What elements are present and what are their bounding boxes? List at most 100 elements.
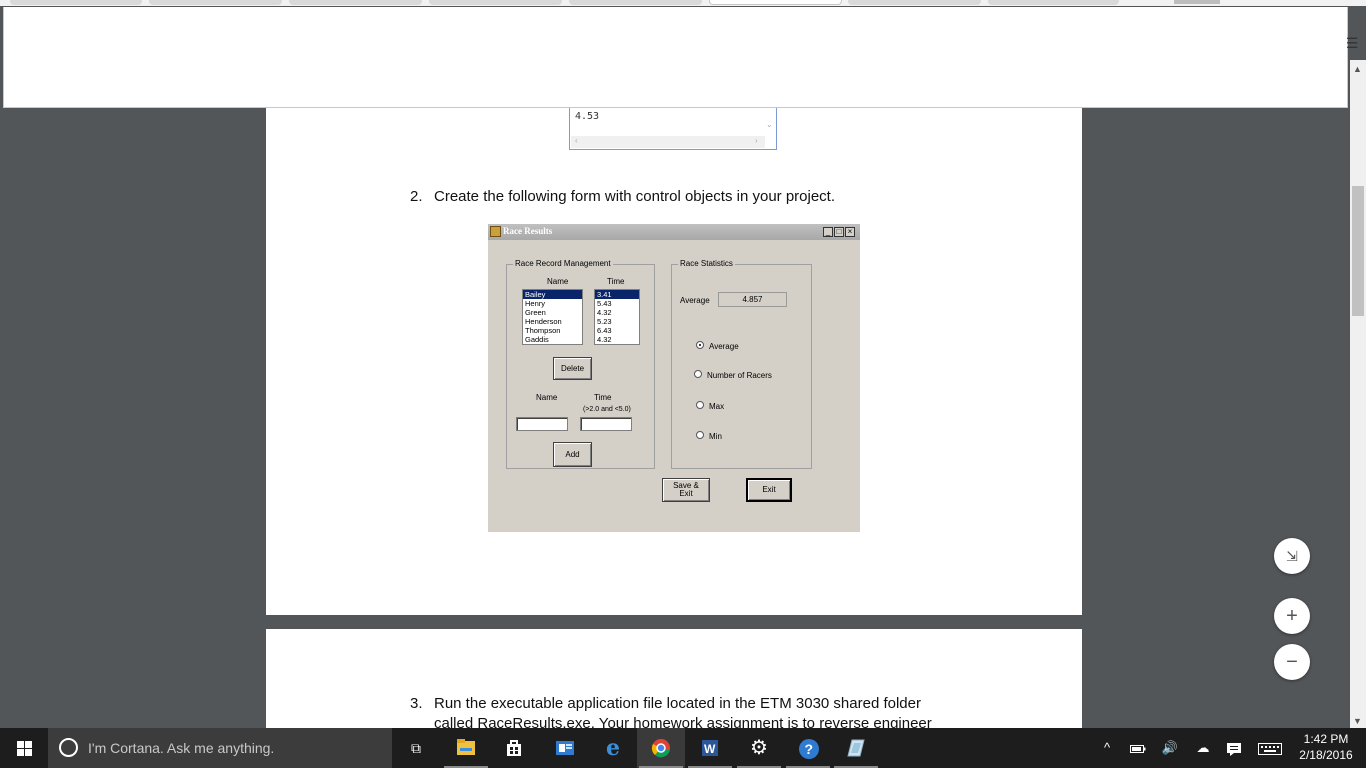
settings-icon[interactable]: ⚙ (735, 728, 783, 768)
group-label: Race Record Management (513, 259, 613, 268)
maximize-icon: □ (834, 227, 844, 237)
radio-label: Max (709, 402, 725, 411)
step-text: Create the following form with control o… (434, 188, 836, 205)
chrome-icon[interactable] (637, 728, 685, 768)
list-item: 5.43 (597, 299, 612, 308)
browser-tab[interactable] (848, 0, 981, 5)
race-results-form-image: Race Results _ □ × Race Record Managemen… (488, 224, 860, 532)
store-icon[interactable] (490, 728, 538, 768)
zoom-in-button[interactable]: + (1274, 598, 1310, 634)
name-label: Name (536, 393, 558, 402)
volume-icon[interactable]: 🔊 (1158, 728, 1182, 768)
name-input-image (516, 417, 568, 431)
cortana-icon (59, 738, 78, 757)
menu-icon[interactable]: ☰ (1346, 36, 1359, 50)
onedrive-icon[interactable]: ☁ (1192, 728, 1214, 768)
list-item: 4.32 (597, 335, 612, 344)
form-title: Race Results (503, 226, 553, 236)
list-item: Henderson (525, 317, 562, 326)
radio-max (696, 401, 704, 409)
list-item: 5.23 (597, 317, 612, 326)
svg-text:?: ? (805, 741, 814, 757)
word-icon[interactable]: W (686, 728, 734, 768)
step-text: called RaceResults.exe. Your homework as… (434, 715, 932, 728)
list-item: 6.43 (597, 326, 612, 335)
time-column-header: Time (607, 277, 625, 286)
exit-button: Exit (746, 478, 792, 502)
browser-tab-active[interactable] (709, 0, 842, 5)
outlook-icon[interactable] (540, 728, 588, 768)
document-page: 4.53 ⌄ ‹ › 2. Create the following form w… (266, 108, 1082, 615)
browser-tab[interactable] (289, 0, 422, 5)
names-listbox: Bailey Henry Green Henderson Thompson Ga… (522, 289, 583, 345)
new-tab-area[interactable] (1174, 0, 1220, 4)
cortana-search-box[interactable]: I'm Cortana. Ask me anything. (48, 728, 392, 768)
battery-icon[interactable] (1128, 728, 1148, 768)
save-exit-button: Save & Exit (662, 478, 710, 502)
radio-label: Min (709, 432, 722, 441)
list-item: 3.41 (595, 290, 639, 299)
form-app-icon (490, 226, 501, 237)
time-input-image (580, 417, 632, 431)
list-item: Henry (525, 299, 546, 308)
scroll-up-icon[interactable]: ▲ (1353, 64, 1362, 74)
output-value: 4.53 (575, 111, 600, 122)
button-label: Exit (679, 489, 693, 498)
list-item: Bailey (523, 290, 582, 299)
times-listbox: 3.41 5.43 4.32 5.23 6.43 4.32 (594, 289, 640, 345)
textbox-vscroll: ⌄ (764, 108, 775, 136)
delete-button: Delete (553, 357, 592, 380)
add-button: Add (553, 442, 592, 467)
file-explorer-icon[interactable] (442, 728, 490, 768)
scroll-down-icon[interactable]: ▼ (1353, 716, 1362, 726)
minimize-icon: _ (823, 227, 833, 237)
app-icon[interactable] (832, 728, 880, 768)
step-text: Run the executable application file loca… (434, 695, 921, 712)
svg-text:W: W (704, 742, 716, 756)
form-titlebar: Race Results _ □ × (488, 224, 860, 240)
edge-icon[interactable]: e (589, 728, 637, 768)
radio-min (696, 431, 704, 439)
taskbar: I'm Cortana. Ask me anything. ⧉ e W ⚙ ? … (0, 728, 1366, 768)
time-hint-label: (>2.0 and <5.0) (583, 406, 631, 413)
help-icon[interactable]: ? (784, 728, 832, 768)
output-textbox-image: 4.53 ⌄ ‹ › (569, 108, 777, 150)
zoom-out-button[interactable]: − (1274, 644, 1310, 680)
name-column-header: Name (547, 277, 569, 286)
chevron-up-icon[interactable]: ^ (1098, 728, 1116, 768)
textbox-hscroll: ‹ › (571, 136, 765, 148)
list-item: 4.32 (597, 308, 612, 317)
step-number: 2. (410, 188, 423, 205)
race-statistics-group: Race Statistics Average 4.857 Average Nu… (671, 259, 812, 469)
radio-average (696, 341, 704, 349)
browser-tab[interactable] (10, 0, 142, 5)
vertical-scrollbar[interactable]: ▲ ▼ (1350, 60, 1366, 728)
step-number: 3. (410, 695, 423, 712)
radio-label: Average (709, 342, 739, 351)
fit-page-button[interactable]: ⇲ (1274, 538, 1310, 574)
race-record-management-group: Race Record Management Name Time Bailey … (506, 259, 655, 469)
task-view-icon[interactable]: ⧉ (392, 728, 440, 768)
action-center-icon[interactable] (1222, 728, 1246, 768)
close-icon: × (845, 227, 855, 237)
clock-date: 2/18/2016 (1299, 748, 1353, 762)
keyboard-icon[interactable] (1256, 728, 1284, 768)
radio-label: Number of Racers (707, 371, 772, 380)
start-button[interactable] (0, 728, 48, 768)
time-label: Time (594, 393, 612, 402)
radio-number-of-racers (694, 370, 702, 378)
document-page: 3. Run the executable application file l… (266, 629, 1082, 728)
cortana-placeholder: I'm Cortana. Ask me anything. (88, 740, 275, 756)
browser-tab-strip (0, 0, 1366, 6)
average-label: Average (680, 296, 710, 305)
browser-tab[interactable] (429, 0, 562, 5)
browser-tab[interactable] (149, 0, 282, 5)
list-item: Gaddis (525, 335, 549, 344)
average-value-box: 4.857 (718, 292, 787, 307)
list-item: Thompson (525, 326, 561, 335)
browser-tab[interactable] (569, 0, 702, 5)
system-clock[interactable]: 1:42 PM 2/18/2016 (1290, 731, 1362, 763)
browser-tab[interactable] (988, 0, 1119, 5)
viewer-toolbar-area (3, 7, 1348, 108)
scrollbar-thumb[interactable] (1352, 186, 1364, 316)
